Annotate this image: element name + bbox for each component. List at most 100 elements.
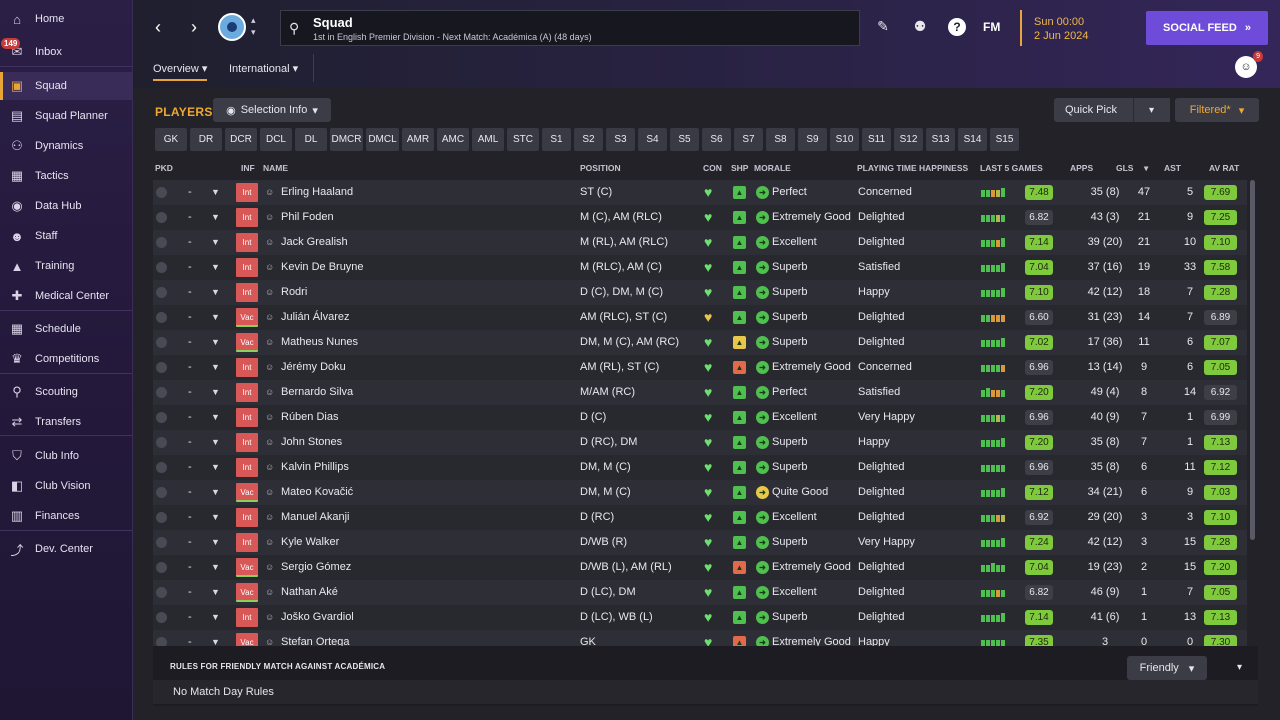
col-name[interactable]: NAME xyxy=(263,163,288,173)
sidebar-item-home[interactable]: ⌂ Home xyxy=(0,5,132,33)
table-row[interactable]: - ▼ Int ☺ Manuel Akanji D (RC) ♥ ▲ ➜ Excellent Del… xyxy=(153,505,1247,530)
col-con[interactable]: CON xyxy=(703,163,722,173)
sidebar-item-club-info[interactable]: ⛉ Club Info xyxy=(0,442,132,470)
table-row[interactable]: - ▼ Int ☺ Jérémy Doku AM (RL), ST (C) ♥ ▲ ➜ Extre… xyxy=(153,355,1247,380)
col-inf[interactable]: INF xyxy=(241,163,255,173)
table-row[interactable]: - ▼ Int ☺ Kyle Walker D/WB (R) ♥ ▲ ➜ Superb Very H… xyxy=(153,530,1247,555)
pick-checkbox[interactable] xyxy=(156,337,167,348)
position-filter-s3[interactable]: S3 xyxy=(606,128,635,151)
position-filter-s10[interactable]: S10 xyxy=(830,128,859,151)
sidebar-item-medical-center[interactable]: ✚ Medical Center xyxy=(0,282,132,310)
table-row[interactable]: - ▼ Vac ☺ Stefan Ortega GK ♥ ▲ ➜ Extremely Good Ha… xyxy=(153,630,1247,647)
sidebar-item-training[interactable]: ▲ Training xyxy=(0,252,132,280)
pick-checkbox[interactable] xyxy=(156,412,167,423)
collapse-rules-icon[interactable]: ▾ xyxy=(1237,662,1242,673)
player-name[interactable]: Jack Grealish xyxy=(281,230,348,255)
position-filter-s9[interactable]: S9 xyxy=(798,128,827,151)
player-name[interactable]: Sergio Gómez xyxy=(281,555,351,580)
sidebar-item-club-vision[interactable]: ◧ Club Vision xyxy=(0,472,132,500)
table-row[interactable]: - ▼ Vac ☺ Mateo Kovačić DM, M (C) ♥ ▲ ➜ Quite Goo… xyxy=(153,480,1247,505)
table-row[interactable]: - ▼ Int ☺ John Stones D (RC), DM ♥ ▲ ➜ Superb Happ… xyxy=(153,430,1247,455)
position-filter-s5[interactable]: S5 xyxy=(670,128,699,151)
col-avrat[interactable]: AV RAT xyxy=(1209,163,1239,173)
col-pkd[interactable]: PKD xyxy=(155,163,173,173)
chevron-down-icon[interactable]: ▼ xyxy=(211,380,220,405)
sidebar-item-competitions[interactable]: ♛ Competitions xyxy=(0,345,132,373)
chevron-down-icon[interactable]: ▼ xyxy=(211,405,220,430)
pick-checkbox[interactable] xyxy=(156,312,167,323)
social-feed-button[interactable]: SOCIAL FEED » xyxy=(1146,11,1268,45)
selection-info-button[interactable]: ◉ Selection Info ▾ xyxy=(213,98,331,122)
chevron-down-icon[interactable]: ▼ xyxy=(211,505,220,530)
player-name[interactable]: Bernardo Silva xyxy=(281,380,353,405)
player-name[interactable]: Manuel Akanji xyxy=(281,505,350,530)
pick-checkbox[interactable] xyxy=(156,562,167,573)
position-filter-dmcl[interactable]: DMCL xyxy=(366,128,399,151)
position-filter-dcr[interactable]: DCR xyxy=(225,128,257,151)
pick-checkbox[interactable] xyxy=(156,262,167,273)
chevron-down-icon[interactable]: ▼ xyxy=(211,255,220,280)
chevron-down-icon[interactable]: ▼ xyxy=(211,305,220,330)
position-filter-s8[interactable]: S8 xyxy=(766,128,795,151)
fm-menu-button[interactable]: FM xyxy=(983,20,1000,34)
col-playing-time[interactable]: PLAYING TIME HAPPINESS xyxy=(857,163,968,173)
position-filter-gk[interactable]: GK xyxy=(155,128,187,151)
sidebar-item-dev-center[interactable]: ⤴ Dev. Center xyxy=(0,535,132,563)
club-switch-icon[interactable]: ▴ ▾ xyxy=(251,14,256,38)
player-name[interactable]: Phil Foden xyxy=(281,205,334,230)
position-filter-s13[interactable]: S13 xyxy=(926,128,955,151)
table-row[interactable]: - ▼ Int ☺ Kevin De Bruyne M (RLC), AM (C) ♥ ▲ ➜ S… xyxy=(153,255,1247,280)
search-box[interactable]: ⚲ Squad 1st in English Premier Division … xyxy=(280,10,860,46)
chevron-down-icon[interactable]: ▼ xyxy=(211,430,220,455)
sidebar-item-squad[interactable]: ▣ Squad xyxy=(0,72,132,100)
table-row[interactable]: - ▼ Int ☺ Phil Foden M (C), AM (RLC) ♥ ▲ ➜ Extrem… xyxy=(153,205,1247,230)
sort-desc-icon[interactable]: ▾ xyxy=(1144,163,1148,174)
position-filter-s1[interactable]: S1 xyxy=(542,128,571,151)
col-apps[interactable]: APPS xyxy=(1070,163,1093,173)
chevron-down-icon[interactable]: ▼ xyxy=(211,280,220,305)
sidebar-item-schedule[interactable]: ▦ Schedule xyxy=(0,315,132,343)
chevron-down-icon[interactable]: ▼ xyxy=(211,330,220,355)
position-filter-amr[interactable]: AMR xyxy=(402,128,434,151)
pick-checkbox[interactable] xyxy=(156,187,167,198)
position-filter-s11[interactable]: S11 xyxy=(862,128,891,151)
chevron-down-icon[interactable]: ▼ xyxy=(211,455,220,480)
pick-checkbox[interactable] xyxy=(156,462,167,473)
sidebar-item-staff[interactable]: ☻ Staff xyxy=(0,222,132,250)
position-filter-s2[interactable]: S2 xyxy=(574,128,603,151)
col-shp[interactable]: SHP xyxy=(731,163,748,173)
player-name[interactable]: Jérémy Doku xyxy=(281,355,346,380)
position-filter-amc[interactable]: AMC xyxy=(437,128,469,151)
table-row[interactable]: - ▼ Vac ☺ Matheus Nunes DM, M (C), AM (RC) ♥ ▲ ➜… xyxy=(153,330,1247,355)
sidebar-item-data-hub[interactable]: ◉ Data Hub xyxy=(0,192,132,220)
player-name[interactable]: Julián Álvarez xyxy=(281,305,349,330)
position-filter-dr[interactable]: DR xyxy=(190,128,222,151)
pick-checkbox[interactable] xyxy=(156,437,167,448)
tab-international[interactable]: International ▾ xyxy=(229,62,298,75)
sidebar-item-scouting[interactable]: ⚲ Scouting xyxy=(0,378,132,406)
player-name[interactable]: Kalvin Phillips xyxy=(281,455,349,480)
position-filter-s4[interactable]: S4 xyxy=(638,128,667,151)
table-row[interactable]: - ▼ Int ☺ Erling Haaland ST (C) ♥ ▲ ➜ Perfect Conc… xyxy=(153,180,1247,205)
pick-checkbox[interactable] xyxy=(156,212,167,223)
col-gls[interactable]: GLS xyxy=(1116,163,1133,173)
player-name[interactable]: Nathan Aké xyxy=(281,580,338,605)
position-filter-s6[interactable]: S6 xyxy=(702,128,731,151)
sidebar-item-transfers[interactable]: ⇄ Transfers xyxy=(0,408,132,436)
match-type-dropdown[interactable]: Friendly ▾ xyxy=(1127,656,1207,680)
col-morale[interactable]: MORALE xyxy=(754,163,791,173)
player-name[interactable]: Joško Gvardiol xyxy=(281,605,354,630)
pick-checkbox[interactable] xyxy=(156,487,167,498)
pick-checkbox[interactable] xyxy=(156,537,167,548)
table-row[interactable]: - ▼ Int ☺ Bernardo Silva M/AM (RC) ♥ ▲ ➜ Perfect S… xyxy=(153,380,1247,405)
chevron-down-icon[interactable]: ▼ xyxy=(211,230,220,255)
table-scrollbar[interactable] xyxy=(1250,180,1255,540)
player-name[interactable]: Rúben Dias xyxy=(281,405,338,430)
date-continue-box[interactable]: Sun 00:00 2 Jun 2024 xyxy=(1020,10,1135,46)
chevron-down-icon[interactable]: ▼ xyxy=(211,480,220,505)
player-name[interactable]: Matheus Nunes xyxy=(281,330,358,355)
edit-icon[interactable]: ✎ xyxy=(873,18,893,35)
col-last5[interactable]: LAST 5 GAMES xyxy=(980,163,1043,173)
player-name[interactable]: Erling Haaland xyxy=(281,180,353,205)
chevron-down-icon[interactable]: ▼ xyxy=(211,530,220,555)
